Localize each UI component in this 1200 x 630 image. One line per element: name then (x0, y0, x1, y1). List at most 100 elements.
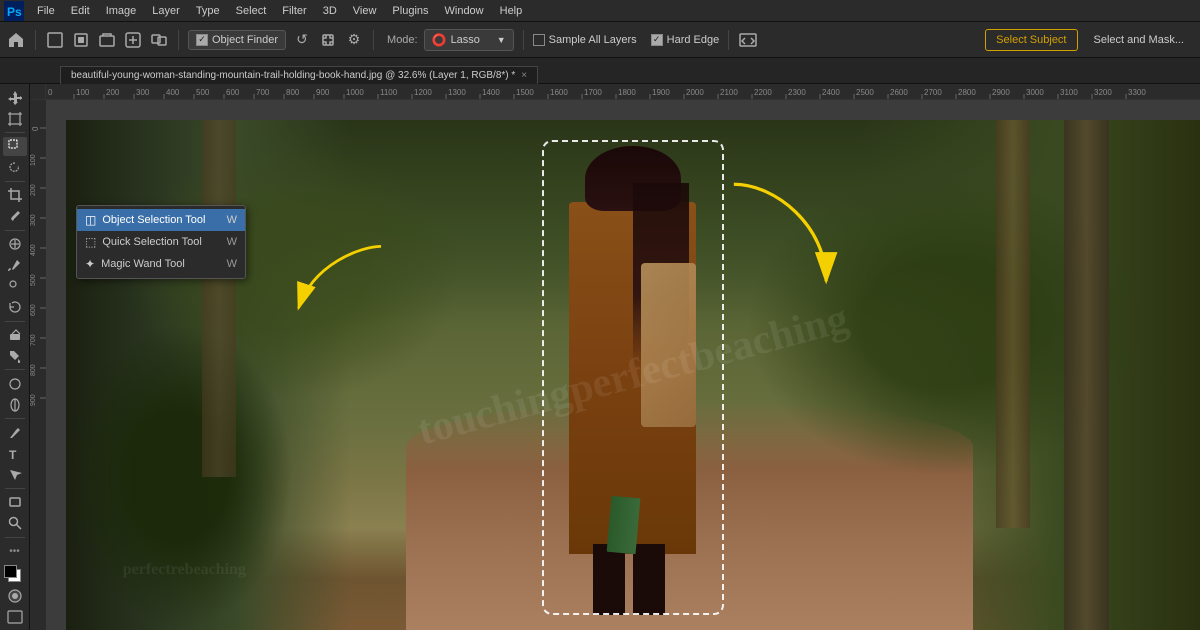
refresh-icon[interactable]: ↺ (292, 30, 312, 50)
rect-tool-icon-3[interactable] (97, 30, 117, 50)
object-finder-label: Object Finder (212, 34, 278, 46)
expand-icon[interactable] (318, 30, 338, 50)
hard-edge-checkbox[interactable]: ✓ (651, 34, 663, 46)
menu-view[interactable]: View (346, 3, 384, 19)
menu-plugins[interactable]: Plugins (385, 3, 435, 19)
tool-sep-7 (5, 488, 25, 489)
eyedropper-tool[interactable] (3, 207, 27, 226)
canvas-area: 0 100 200 300 400 500 600 (30, 84, 1200, 630)
svg-text:2000: 2000 (686, 88, 704, 97)
rect-tool-icon-4[interactable] (123, 30, 143, 50)
magic-wand-icon: ✦ (85, 257, 95, 271)
gear-icon[interactable]: ⚙ (344, 30, 364, 50)
dropdown-item-quick-selection[interactable]: ⬚ Quick Selection Tool W (77, 231, 245, 253)
menu-filter[interactable]: Filter (275, 3, 313, 19)
ps-logo: Ps (4, 1, 24, 21)
svg-text:1400: 1400 (482, 88, 500, 97)
svg-text:800: 800 (30, 364, 37, 376)
svg-text:1100: 1100 (380, 88, 398, 97)
svg-text:1600: 1600 (550, 88, 568, 97)
svg-text:2200: 2200 (754, 88, 772, 97)
menu-edit[interactable]: Edit (64, 3, 97, 19)
svg-text:300: 300 (30, 214, 37, 226)
screen-mode-btn[interactable] (3, 607, 27, 626)
menu-window[interactable]: Window (438, 3, 491, 19)
move-tool-icon[interactable] (45, 30, 65, 50)
separator-2 (178, 30, 179, 50)
separator-4 (523, 30, 524, 50)
rect-tool-icon-2[interactable] (71, 30, 91, 50)
rect-tool-icon-5[interactable] (149, 30, 169, 50)
clone-tool[interactable] (3, 277, 27, 296)
lasso-icon: ⭕ (432, 33, 447, 47)
object-finder-button[interactable]: ✓ Object Finder (188, 30, 286, 50)
sample-all-layers-checkbox[interactable] (533, 34, 545, 46)
menu-help[interactable]: Help (493, 3, 530, 19)
mode-value: Lasso (451, 34, 480, 46)
sample-all-layers-label: Sample All Layers (549, 34, 637, 46)
menu-select[interactable]: Select (229, 3, 274, 19)
pen-tool[interactable] (3, 423, 27, 442)
svg-text:3100: 3100 (1060, 88, 1078, 97)
hard-edge-wrapper[interactable]: ✓ Hard Edge (651, 34, 720, 46)
menu-type[interactable]: Type (189, 3, 227, 19)
object-selection-icon: ◫ (85, 213, 96, 227)
artboard-tool[interactable] (3, 109, 27, 128)
file-tab-name: beautiful-young-woman-standing-mountain-… (71, 70, 515, 81)
tool-sep-6 (5, 418, 25, 419)
file-tab[interactable]: beautiful-young-woman-standing-mountain-… (60, 66, 538, 84)
svg-text:2600: 2600 (890, 88, 908, 97)
quick-selection-label: Quick Selection Tool (102, 236, 201, 248)
tree-trunk-left (202, 120, 236, 477)
dropdown-item-object-selection[interactable]: ◫ Object Selection Tool W (77, 209, 245, 231)
dodge-tool[interactable] (3, 395, 27, 414)
extra-tools[interactable]: ••• (3, 542, 27, 561)
svg-text:500: 500 (196, 88, 210, 97)
menu-image[interactable]: Image (99, 3, 144, 19)
dropdown-item-magic-wand[interactable]: ✦ Magic Wand Tool W (77, 253, 245, 275)
lasso-tool[interactable] (3, 158, 27, 177)
tool-sep-2 (5, 181, 25, 182)
tree-trunk-right2 (996, 120, 1030, 528)
select-and-mask-button[interactable]: Select and Mask... (1084, 30, 1195, 50)
svg-text:400: 400 (30, 244, 37, 256)
svg-text:900: 900 (316, 88, 330, 97)
sample-all-layers-wrapper[interactable]: Sample All Layers (533, 34, 637, 46)
tool-sep-8 (5, 537, 25, 538)
quick-mask-btn[interactable] (3, 586, 27, 605)
menu-3d[interactable]: 3D (316, 3, 344, 19)
zoom-tool[interactable] (3, 514, 27, 533)
svg-text:200: 200 (106, 88, 120, 97)
file-tab-close[interactable]: × (521, 70, 527, 81)
fg-color-swatch (4, 565, 17, 578)
blur-tool[interactable] (3, 374, 27, 393)
separator-1 (35, 30, 36, 50)
brush-tool[interactable] (3, 256, 27, 275)
heal-tool[interactable] (3, 234, 27, 253)
path-select-tool[interactable] (3, 465, 27, 484)
paint-bucket-tool[interactable] (3, 346, 27, 365)
select-subject-button[interactable]: Select Subject (985, 29, 1077, 51)
eraser-tool[interactable] (3, 325, 27, 344)
ruler-h-svg: 0 100 200 300 400 500 600 (46, 84, 1200, 99)
transfer-icon[interactable] (738, 30, 758, 50)
color-swatches[interactable] (4, 565, 26, 582)
selection-tool[interactable] (3, 137, 27, 156)
svg-text:700: 700 (256, 88, 270, 97)
menu-layer[interactable]: Layer (145, 3, 187, 19)
home-icon[interactable] (6, 30, 26, 50)
tool-sep-3 (5, 230, 25, 231)
crop-tool[interactable] (3, 186, 27, 205)
menu-file[interactable]: File (30, 3, 62, 19)
history-brush-tool[interactable] (3, 298, 27, 317)
svg-text:Ps: Ps (7, 5, 22, 19)
ruler-corner (30, 84, 46, 100)
mode-dropdown[interactable]: ⭕ Lasso ▼ (424, 29, 514, 51)
type-tool[interactable]: T (3, 444, 27, 463)
workspace: T ••• (0, 84, 1200, 630)
move-tool[interactable] (3, 88, 27, 107)
rectangle-shape-tool[interactable] (3, 493, 27, 512)
canvas-content: touchingperfectbeaching perfectrebeachin… (46, 100, 1200, 630)
quick-selection-shortcut: W (227, 236, 237, 248)
svg-text:700: 700 (30, 334, 37, 346)
